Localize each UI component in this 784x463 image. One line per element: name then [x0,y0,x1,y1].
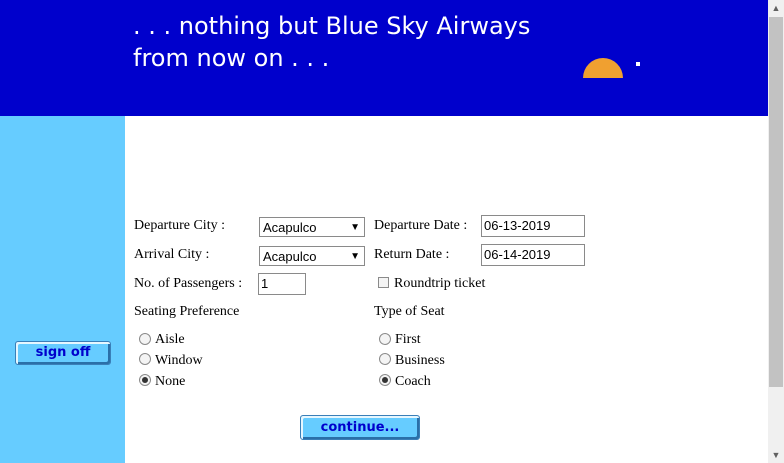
logo-fragment [636,62,640,66]
arrival-city-label: Arrival City : [134,247,210,262]
seating-radio-none[interactable] [139,374,151,386]
passengers-input[interactable]: 1 [258,273,306,295]
airline-logo-icon [583,58,623,78]
roundtrip-checkbox[interactable] [378,277,389,288]
seat-type-option-first: First [395,332,421,347]
scroll-up-arrow-icon[interactable]: ▲ [768,0,784,16]
return-date-input[interactable]: 06-14-2019 [481,244,585,266]
departure-city-select[interactable]: Acapulco ▼ [259,217,365,237]
seat-type-option-business: Business [395,353,445,368]
dropdown-arrow-icon: ▼ [350,251,360,262]
seating-radio-aisle[interactable] [139,333,151,345]
passengers-label: No. of Passengers : [134,276,243,291]
departure-date-label: Departure Date : [374,218,468,233]
return-date-label: Return Date : [374,247,450,262]
seating-option-aisle: Aisle [155,332,185,347]
seat-type-radio-business[interactable] [379,353,391,365]
scroll-down-arrow-icon[interactable]: ▼ [768,447,784,463]
departure-city-label: Departure City : [134,218,225,233]
continue-button[interactable]: continue... [300,415,420,440]
header-banner: . . . nothing but Blue Sky Airways from … [0,0,768,116]
scrollbar-thumb[interactable] [769,17,783,387]
arrival-city-value: Acapulco [263,249,317,264]
header-tagline: . . . nothing but Blue Sky Airways from … [133,10,530,74]
roundtrip-label: Roundtrip ticket [394,276,486,291]
arrival-city-select[interactable]: Acapulco ▼ [259,246,365,266]
seat-type-radio-first[interactable] [379,333,391,345]
sidebar [0,116,125,463]
seat-type-option-coach: Coach [395,374,431,389]
tagline-line-2: from now on . . . [133,44,330,72]
dropdown-arrow-icon: ▼ [350,222,360,233]
departure-city-value: Acapulco [263,220,317,235]
sign-off-button[interactable]: sign off [15,341,111,365]
vertical-scrollbar[interactable]: ▲ ▼ [768,0,784,463]
seating-option-window: Window [155,353,203,368]
seat-type-heading: Type of Seat [374,304,445,319]
seating-option-none: None [155,374,186,389]
departure-date-input[interactable]: 06-13-2019 [481,215,585,237]
seating-preference-heading: Seating Preference [134,304,240,319]
tagline-line-1: . . . nothing but Blue Sky Airways [133,12,531,40]
seat-type-radio-coach[interactable] [379,374,391,386]
seating-radio-window[interactable] [139,353,151,365]
